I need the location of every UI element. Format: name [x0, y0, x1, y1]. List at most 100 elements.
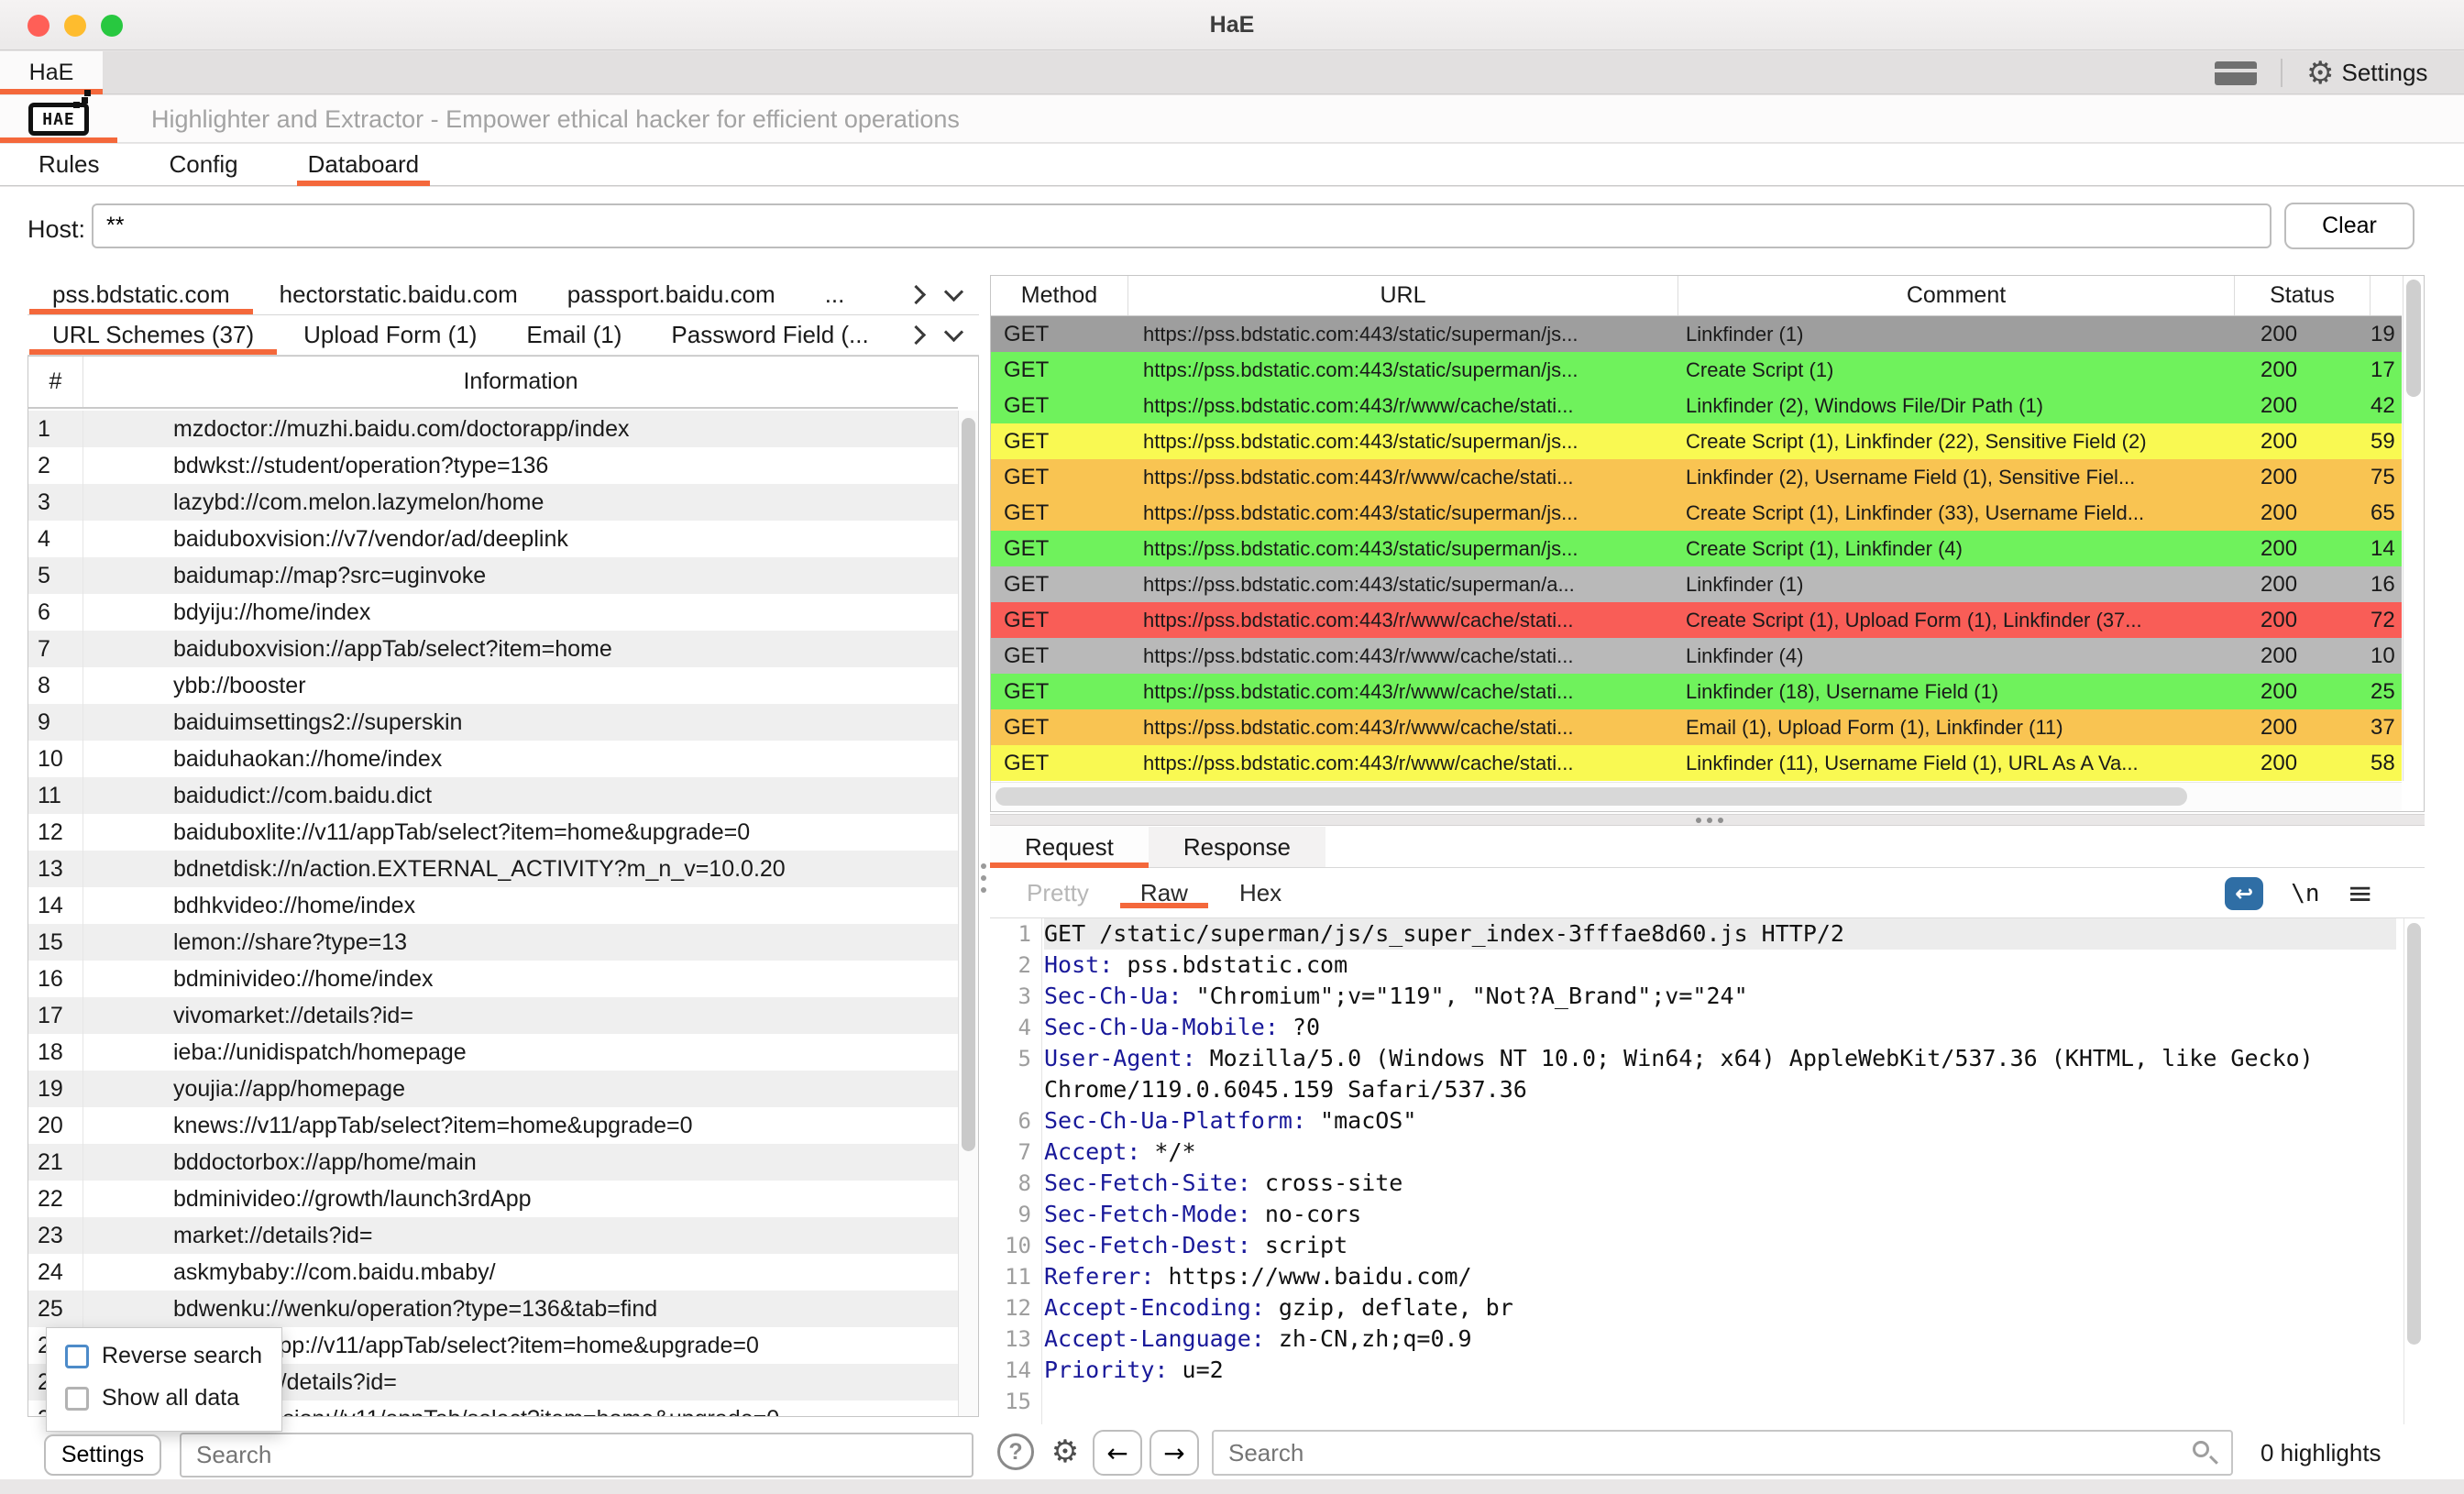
table-row[interactable]: 8 ybb://booster — [28, 667, 958, 704]
table-row[interactable]: 18 ieba://unidispatch/homepage — [28, 1034, 958, 1071]
host-filter-input[interactable] — [92, 203, 2272, 248]
editor-settings-button[interactable]: ⚙ — [1043, 1430, 1087, 1474]
show-all-data-checkbox[interactable] — [65, 1387, 89, 1411]
table-row[interactable]: 15 lemon://share?type=13 — [28, 924, 958, 961]
column-header-comment[interactable]: Comment — [1678, 276, 2235, 315]
tab-hae[interactable]: HaE — [0, 51, 103, 94]
column-header-method[interactable]: Method — [991, 276, 1128, 315]
viewer-tab-label: Request — [1025, 833, 1114, 862]
table-row[interactable]: 24 askmybaby://com.baidu.mbaby/ — [28, 1254, 958, 1291]
table-row[interactable]: 14 bdhkvideo://home/index — [28, 887, 958, 924]
table-row[interactable]: 13 bdnetdisk://n/action.EXTERNAL_ACTIVIT… — [28, 851, 958, 887]
tab-overflow-next-icon[interactable] — [907, 285, 926, 304]
format-tab[interactable]: Raw — [1115, 879, 1214, 907]
tab-overflow-next-icon[interactable] — [907, 325, 926, 345]
format-tab[interactable]: Pretty — [1001, 879, 1115, 907]
type-tab[interactable]: Upload Form (1) — [279, 315, 501, 355]
traffic-row[interactable]: GET https://pss.bdstatic.com:443/r/www/c… — [991, 745, 2402, 781]
column-header-index[interactable]: # — [28, 357, 83, 407]
table-row[interactable]: 25 bdwenku://wenku/operation?type=136&ta… — [28, 1291, 958, 1327]
traffic-row[interactable]: GET https://pss.bdstatic.com:443/r/www/c… — [991, 638, 2402, 674]
table-row[interactable]: 6 bdyiju://home/index — [28, 594, 958, 631]
clear-button[interactable]: Clear — [2284, 203, 2414, 249]
traffic-row[interactable]: GET https://pss.bdstatic.com:443/static/… — [991, 352, 2402, 388]
request-editor[interactable]: 1 GET /static/superman/js/s_super_index-… — [990, 918, 2403, 1424]
table-row[interactable]: 11 baidudict://com.baidu.dict — [28, 777, 958, 814]
table-row[interactable]: 9 baiduimsettings2://superskin — [28, 704, 958, 741]
viewer-tab[interactable]: Request — [990, 827, 1149, 867]
host-tab[interactable]: ... — [800, 275, 870, 314]
reverse-search-option[interactable]: Reverse search — [65, 1343, 262, 1369]
type-tab[interactable]: URL Schemes (37) — [28, 315, 279, 355]
table-row[interactable]: 5 baidumap://map?src=uginvoke — [28, 557, 958, 594]
traffic-row[interactable]: GET https://pss.bdstatic.com:443/r/www/c… — [991, 674, 2402, 709]
type-tab[interactable]: Password Field (... — [646, 315, 893, 355]
word-wrap-icon[interactable]: ↩ — [2225, 877, 2263, 910]
table-row[interactable]: 1 mzdoctor://muzhi.baidu.com/doctorapp/i… — [28, 411, 958, 447]
type-tab[interactable]: Email (1) — [501, 315, 646, 355]
table-row[interactable]: 22 bdminivideo://growth/launch3rdApp — [28, 1181, 958, 1217]
table-row[interactable]: 16 bdminivideo://home/index — [28, 961, 958, 997]
column-header-information[interactable]: Information — [83, 357, 958, 407]
table-row[interactable]: 17 vivomarket://details?id= — [28, 997, 958, 1034]
table-row[interactable]: 7 baiduboxvision://appTab/select?item=ho… — [28, 631, 958, 667]
table-row[interactable]: 23 market://details?id= — [28, 1217, 958, 1254]
line-text: Sec-Ch-Ua-Platform: "macOS" — [1044, 1105, 2396, 1137]
show-newlines-icon[interactable]: \n — [2291, 880, 2319, 907]
traffic-row[interactable]: GET https://pss.bdstatic.com:443/static/… — [991, 531, 2402, 566]
scrollbar-thumb[interactable] — [962, 418, 975, 1151]
table-row[interactable]: 2 bdwkst://student/operation?type=136 — [28, 447, 958, 484]
settings-button[interactable]: ⚙ Settings — [2306, 51, 2427, 94]
scrollbar-thumb[interactable] — [996, 787, 2187, 806]
format-tab[interactable]: Hex — [1214, 879, 1307, 907]
column-header-length[interactable] — [2370, 276, 2402, 315]
search-prev-button[interactable]: ← — [1093, 1430, 1142, 1476]
tab-hae-logo[interactable]: HAE — [0, 95, 117, 143]
horizontal-splitter[interactable] — [990, 814, 2425, 826]
nav-tab[interactable]: Databoard — [297, 144, 430, 185]
editor-search-input[interactable] — [1212, 1430, 2233, 1476]
editor-scrollbar[interactable] — [2404, 918, 2424, 1424]
left-settings-button[interactable]: Settings — [44, 1434, 161, 1476]
traffic-row[interactable]: GET https://pss.bdstatic.com:443/r/www/c… — [991, 388, 2402, 423]
viewer-tab[interactable]: Response — [1149, 827, 1326, 867]
host-tab[interactable]: pss.bdstatic.com — [28, 275, 255, 314]
tab-list-dropdown-icon[interactable] — [944, 323, 963, 342]
table-row[interactable]: 4 baiduboxvision://v7/vendor/ad/deeplink — [28, 521, 958, 557]
traffic-row[interactable]: GET https://pss.bdstatic.com:443/r/www/c… — [991, 602, 2402, 638]
scrollbar-thumb[interactable] — [2406, 280, 2421, 397]
table-row[interactable]: 10 baiduhaokan://home/index — [28, 741, 958, 777]
traffic-row[interactable]: GET https://pss.bdstatic.com:443/r/www/c… — [991, 709, 2402, 745]
traffic-table-vscrollbar[interactable] — [2403, 276, 2424, 781]
help-icon[interactable]: ? — [997, 1434, 1034, 1470]
row-information: baiduboxlite://v11/appTab/select?item=ho… — [83, 819, 958, 846]
layout-icon[interactable] — [2215, 61, 2257, 85]
tab-list-dropdown-icon[interactable] — [944, 282, 963, 302]
nav-tab[interactable]: Rules — [28, 144, 110, 185]
nav-tab[interactable]: Config — [158, 144, 248, 185]
traffic-row[interactable]: GET https://pss.bdstatic.com:443/r/www/c… — [991, 459, 2402, 495]
column-header-url[interactable]: URL — [1128, 276, 1678, 315]
traffic-row[interactable]: GET https://pss.bdstatic.com:443/static/… — [991, 316, 2402, 352]
host-tab[interactable]: passport.baidu.com — [543, 275, 800, 314]
host-tab[interactable]: hectorstatic.baidu.com — [255, 275, 543, 314]
info-table-scrollbar[interactable] — [958, 411, 978, 1416]
table-row[interactable]: 3 lazybd://com.melon.lazymelon/home — [28, 484, 958, 521]
row-information: askmybaby://com.baidu.mbaby/ — [83, 1259, 958, 1286]
left-search-input[interactable] — [180, 1433, 974, 1478]
table-row[interactable]: 21 bddoctorbox://app/home/main — [28, 1144, 958, 1181]
table-row[interactable]: 19 youjia://app/homepage — [28, 1071, 958, 1107]
traffic-row[interactable]: GET https://pss.bdstatic.com:443/static/… — [991, 495, 2402, 531]
column-header-status[interactable]: Status — [2235, 276, 2370, 315]
show-all-data-option[interactable]: Show all data — [65, 1385, 239, 1412]
table-row[interactable]: 12 baiduboxlite://v11/appTab/select?item… — [28, 814, 958, 851]
traffic-row[interactable]: GET https://pss.bdstatic.com:443/static/… — [991, 423, 2402, 459]
table-row[interactable]: 20 knews://v11/appTab/select?item=home&u… — [28, 1107, 958, 1144]
reverse-search-checkbox[interactable] — [65, 1345, 89, 1368]
traffic-row[interactable]: GET https://pss.bdstatic.com:443/static/… — [991, 566, 2402, 602]
editor-menu-icon[interactable]: ≡ — [2348, 875, 2374, 912]
search-next-button[interactable]: → — [1150, 1430, 1199, 1476]
panel-splitter-handle[interactable] — [981, 863, 988, 893]
traffic-table-hscrollbar[interactable] — [991, 782, 2402, 811]
scrollbar-thumb[interactable] — [2407, 923, 2421, 1345]
